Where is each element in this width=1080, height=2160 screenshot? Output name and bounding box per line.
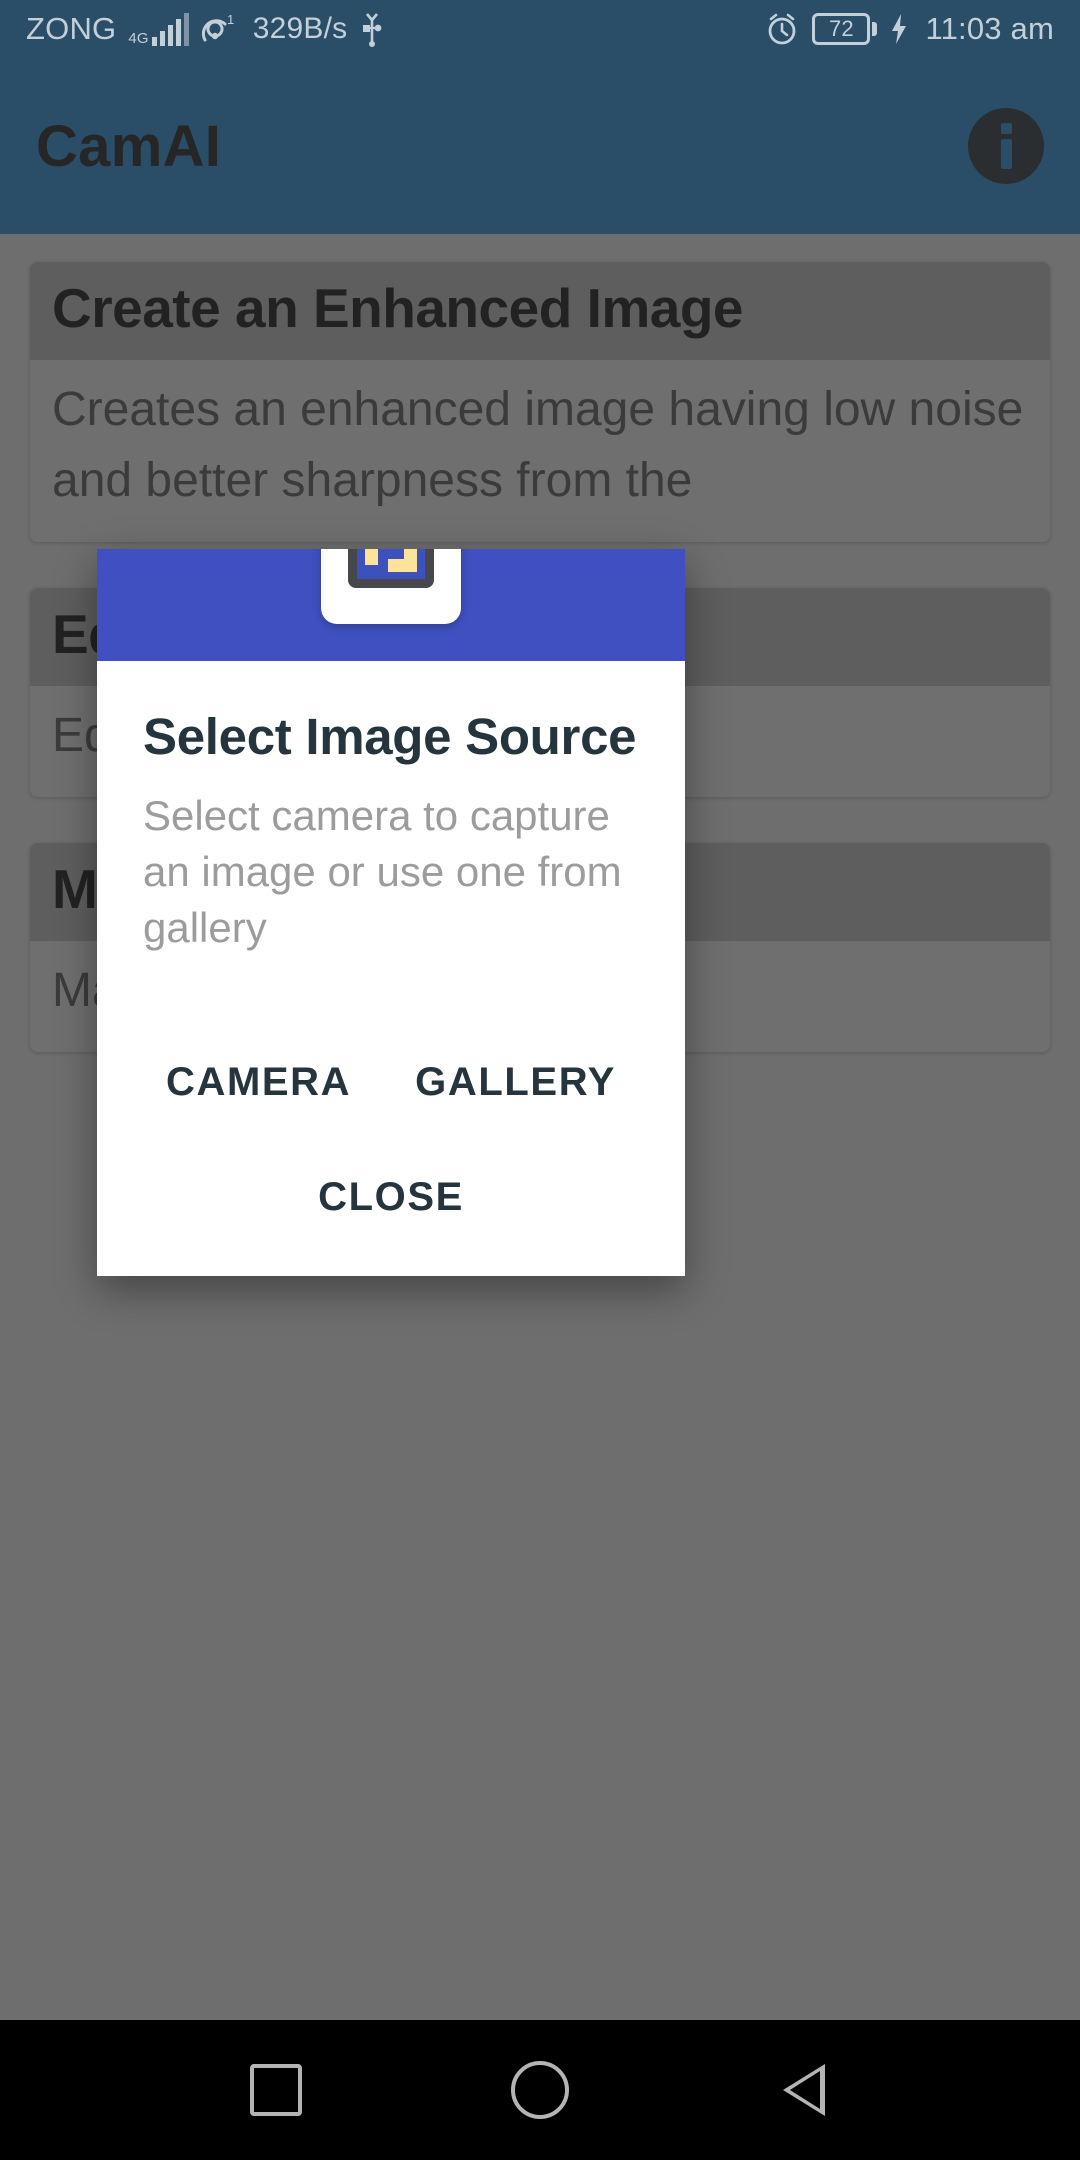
dialog-title: Select Image Source: [143, 708, 637, 765]
crop-image-icon: [348, 549, 434, 588]
signal-strength-icon: 4G: [128, 12, 189, 47]
system-navigation-bar: [0, 2020, 1080, 2160]
card-body: Creates an enhanced image having low noi…: [30, 360, 1050, 542]
clock-label: 11:03 am: [925, 11, 1054, 46]
battery-nub: [872, 22, 878, 36]
status-bar-right: 72 11:03 am: [764, 11, 1054, 47]
info-icon: [1000, 123, 1012, 169]
charging-bolt-icon: [889, 12, 909, 46]
dialog-secondary-actions: CLOSE: [143, 1163, 639, 1276]
carrier-label: ZONG: [26, 11, 117, 46]
close-button[interactable]: CLOSE: [300, 1163, 482, 1232]
network-generation-label: 4G: [128, 30, 149, 47]
phone-screen: ZONG 4G 1 329B/s 72 11:03 am CamAI Creat…: [0, 0, 1080, 2160]
app-bar: CamAI: [0, 58, 1080, 234]
status-bar-left: ZONG 4G 1 329B/s: [26, 11, 385, 47]
card-title: Create an Enhanced Image: [52, 277, 744, 339]
dialog-body: Select Image Source Select camera to cap…: [97, 661, 685, 1276]
battery-level-label: 72: [812, 13, 871, 45]
recents-button[interactable]: [228, 2042, 324, 2138]
circle-home-icon: [511, 2061, 569, 2119]
feature-card[interactable]: Create an Enhanced Image Creates an enha…: [30, 262, 1050, 542]
usb-icon: [359, 11, 385, 47]
alarm-icon: [764, 11, 800, 47]
status-bar: ZONG 4G 1 329B/s 72 11:03 am: [0, 0, 1080, 58]
battery-indicator: 72: [812, 13, 878, 45]
dialog-icon-tile: [321, 549, 461, 624]
svg-text:1: 1: [227, 12, 234, 27]
dialog-primary-actions: CAMERA GALLERY: [143, 1048, 639, 1117]
dialog-message: Select camera to capture an image or use…: [143, 792, 622, 951]
data-speed-label: 329B/s: [252, 12, 348, 45]
home-button[interactable]: [492, 2042, 588, 2138]
dialog-header: [97, 549, 685, 661]
square-recents-icon: [250, 2064, 302, 2116]
back-button[interactable]: [756, 2042, 852, 2138]
info-button[interactable]: [968, 108, 1044, 184]
triangle-back-icon: [783, 2064, 825, 2116]
camera-button[interactable]: CAMERA: [148, 1048, 369, 1117]
page-title: CamAI: [36, 113, 222, 179]
gallery-button[interactable]: GALLERY: [397, 1048, 634, 1117]
signal-bars-icon: [151, 13, 189, 46]
select-image-source-dialog: Select Image Source Select camera to cap…: [97, 549, 685, 1276]
card-description: Creates an enhanced image having low noi…: [52, 383, 1024, 507]
hotspot-icon: 1: [201, 12, 237, 46]
card-header: Create an Enhanced Image: [30, 262, 1050, 360]
